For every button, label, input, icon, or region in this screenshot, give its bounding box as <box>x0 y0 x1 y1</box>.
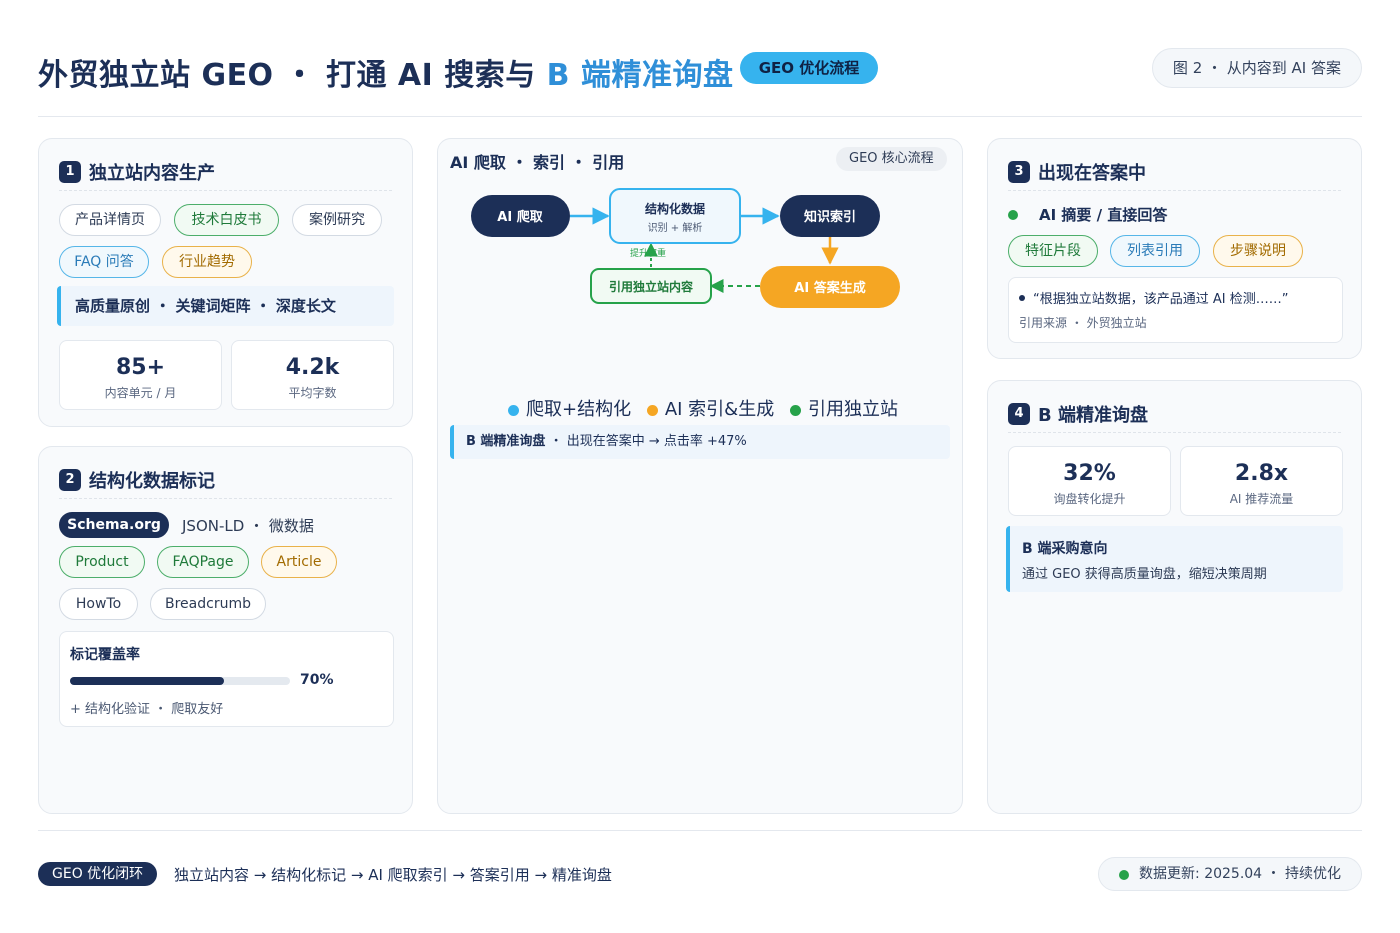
card-header: 3 出现在答案中 <box>1008 159 1341 191</box>
status-dot-icon <box>1119 870 1130 880</box>
chip-article: Article <box>261 546 337 578</box>
loop-description: 独立站内容 → 结构化标记 → AI 爬取索引 → 答案引用 → 精准询盘 <box>174 866 612 884</box>
step-number: 4 <box>1008 403 1030 425</box>
pipeline-title: AI 爬取 ・ 索引 ・ 引用 <box>450 153 625 172</box>
legend-dot <box>789 404 801 416</box>
footer-divider <box>38 830 1362 831</box>
header-divider <box>38 116 1362 117</box>
answer-quote-box: “根据独立站数据，该产品通过 AI 检测……” 引用来源 ・ 外贸独立站 <box>1008 277 1343 343</box>
update-status-text: 数据更新: 2025.04 ・ 持续优化 <box>1139 866 1341 882</box>
page-title-main: 外贸独立站 GEO ・ 打通 AI 搜索与 <box>38 58 547 93</box>
card-b2b-inquiry: 4 B 端精准询盘 32% 询盘转化提升 2.8x AI 推荐流量 B 端采购意向… <box>987 380 1362 814</box>
card-title: 结构化数据标记 <box>89 471 215 492</box>
coverage-box: 标记覆盖率 70% + 结构化验证 ・ 爬取友好 <box>59 631 394 727</box>
figure-label: 图 2 ・ 从内容到 AI 答案 <box>1151 48 1362 88</box>
legend-item-cite: 引用独立站 <box>789 395 898 421</box>
legend-label: AI 索引&生成 <box>664 399 775 420</box>
edge-label-boost: 提升权重 <box>630 247 666 259</box>
update-status: 数据更新: 2025.04 ・ 持续优化 <box>1098 857 1362 891</box>
stat-label: 平均字数 <box>288 386 337 400</box>
card-title: B 端精准询盘 <box>1038 405 1148 426</box>
legend-item-crawl: 爬取+结构化 <box>508 395 631 421</box>
page-title-accent: B 端精准询盘 <box>546 58 734 93</box>
pipeline-legend: 爬取+结构化 AI 索引&生成 引用独立站 <box>508 395 908 421</box>
stat-value: 4.2k <box>285 355 340 380</box>
chip-faq: FAQ 问答 <box>59 246 149 278</box>
legend-label: 爬取+结构化 <box>526 399 632 420</box>
page-header: 外贸独立站 GEO ・ 打通 AI 搜索与 B 端精准询盘 GEO 优化流程 图… <box>38 44 1362 96</box>
bullet-icon <box>1019 295 1025 301</box>
pipeline-callout: B 端精准询盘 ・ 出现在答案中 → 点击率 +47% <box>450 425 950 459</box>
chip-faqpage: FAQPage <box>157 546 249 578</box>
chip-howto: HowTo <box>59 588 138 620</box>
card-title: 出现在答案中 <box>1038 163 1146 184</box>
loop-badge: GEO 优化闭环 <box>38 862 158 886</box>
node-structured-sublabel: 识别 + 解析 <box>648 221 703 234</box>
page-title: 外贸独立站 GEO ・ 打通 AI 搜索与 B 端精准询盘 <box>38 50 733 94</box>
node-answer-label: AI 答案生成 <box>794 280 865 296</box>
answer-quote: “根据独立站数据，该产品通过 AI 检测……” <box>1033 292 1289 307</box>
chip-feature-snippet: 特征片段 <box>1008 235 1098 267</box>
card-title: 独立站内容生产 <box>89 163 215 184</box>
step-number: 3 <box>1008 161 1030 183</box>
card-content-production: 1 独立站内容生产 产品详情页 技术白皮书 案例研究 FAQ 问答 行业趋势 高质… <box>38 138 413 427</box>
schema-org-badge: Schema.org <box>59 512 169 538</box>
procurement-callout-text: 通过 GEO 获得高质量询盘，缩短决策周期 <box>1022 567 1267 582</box>
coverage-bar-fill <box>70 677 224 685</box>
process-badge: GEO 优化流程 <box>740 52 878 84</box>
node-structured-label: 结构化数据 <box>645 201 705 216</box>
pipeline-callout-text: ・ 出现在答案中 → 点击率 +47% <box>545 434 747 449</box>
chip-step-guide: 步骤说明 <box>1213 235 1303 267</box>
chip-product: Product <box>59 546 145 578</box>
status-dot-icon <box>1008 210 1018 220</box>
stat-inquiry-conversion: 32% 询盘转化提升 <box>1008 446 1171 516</box>
answer-subtitle: AI 摘要 / 直接回答 <box>1039 206 1168 224</box>
card-structured-data: 2 结构化数据标记 Schema.org JSON-LD ・ 微数据 Produc… <box>38 446 413 814</box>
stat-value: 2.8x <box>1234 461 1289 486</box>
answer-source: 引用来源 ・ 外贸独立站 <box>1019 316 1147 330</box>
coverage-bar-track <box>70 677 290 685</box>
node-index-label: 知识索引 <box>804 209 856 225</box>
pipeline-badge: GEO 核心流程 <box>836 147 947 171</box>
legend-dot <box>646 404 658 416</box>
stat-avg-words: 4.2k 平均字数 <box>231 340 394 410</box>
chip-list-citation: 列表引用 <box>1110 235 1200 267</box>
chip-case-study: 案例研究 <box>292 204 382 236</box>
procurement-callout: B 端采购意向 通过 GEO 获得高质量询盘，缩短决策周期 <box>1006 526 1343 592</box>
stat-label: AI 推荐流量 <box>1229 492 1294 506</box>
coverage-value: 70% <box>300 672 334 688</box>
procurement-callout-title: B 端采购意向 <box>1022 541 1108 557</box>
stat-ai-traffic: 2.8x AI 推荐流量 <box>1180 446 1343 516</box>
node-cite-label: 引用独立站内容 <box>609 279 693 294</box>
chip-whitepaper: 技术白皮书 <box>174 204 279 236</box>
chip-product-page: 产品详情页 <box>59 204 161 236</box>
content-quality-callout: 高质量原创 ・ 关键词矩阵 ・ 深度长文 <box>57 286 394 326</box>
legend-label: 引用独立站 <box>807 399 898 420</box>
coverage-title: 标记覆盖率 <box>70 647 140 663</box>
legend-dot <box>508 404 519 416</box>
node-structured-shape <box>609 188 741 244</box>
card-header: 4 B 端精准询盘 <box>1008 401 1341 433</box>
flow-diagram: 提升权重 AI 爬取 结构化数据 识别 + 解析 知识索引 AI 答案生成 引用… <box>471 188 900 308</box>
card-header: 1 独立站内容生产 <box>59 159 392 191</box>
pipeline-callout-bold: B 端精准询盘 <box>466 434 546 449</box>
stat-value: 85+ <box>115 355 166 380</box>
card-appear-in-answer: 3 出现在答案中 AI 摘要 / 直接回答 特征片段 列表引用 步骤说明 “根据独… <box>987 138 1362 359</box>
stat-content-units: 85+ 内容单元 / 月 <box>59 340 222 410</box>
legend-item-index: AI 索引&生成 <box>646 395 775 421</box>
stat-label: 内容单元 / 月 <box>104 386 177 400</box>
card-header: 2 结构化数据标记 <box>59 467 392 499</box>
step-number: 1 <box>59 161 81 183</box>
stat-label: 询盘转化提升 <box>1053 492 1126 506</box>
step-number: 2 <box>59 469 81 491</box>
schema-format-text: JSON-LD ・ 微数据 <box>182 517 314 535</box>
stat-value: 32% <box>1063 461 1116 486</box>
callout-text: 高质量原创 ・ 关键词矩阵 ・ 深度长文 <box>75 297 336 315</box>
chip-industry-trend: 行业趋势 <box>162 246 252 278</box>
coverage-note: + 结构化验证 ・ 爬取友好 <box>70 702 224 717</box>
chip-breadcrumb: Breadcrumb <box>150 588 266 620</box>
node-crawl-label: AI 爬取 <box>497 209 543 225</box>
card-ai-pipeline: AI 爬取 ・ 索引 ・ 引用 GEO 核心流程 提升权重 AI 爬取 结构化数… <box>437 138 963 814</box>
